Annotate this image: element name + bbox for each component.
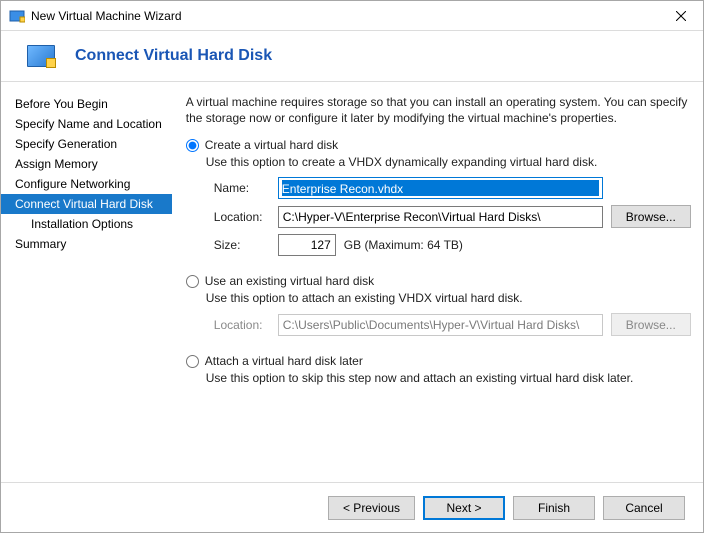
page-title: Connect Virtual Hard Disk bbox=[75, 47, 272, 65]
content-panel: A virtual machine requires storage so th… bbox=[172, 82, 703, 482]
wizard-header: Connect Virtual Hard Disk bbox=[1, 31, 703, 82]
option-create: Create a virtual hard disk Use this opti… bbox=[186, 138, 691, 256]
step-summary[interactable]: Summary bbox=[1, 234, 172, 254]
wizard-window: New Virtual Machine Wizard Connect Virtu… bbox=[0, 0, 704, 533]
existing-browse-button: Browse... bbox=[611, 313, 691, 336]
steps-sidebar: Before You Begin Specify Name and Locati… bbox=[1, 82, 172, 482]
next-button[interactable]: Next > bbox=[423, 496, 505, 520]
vm-icon bbox=[27, 45, 55, 67]
create-form: Name: Enterprise Recon.vhdx Location: Br… bbox=[214, 177, 691, 256]
step-assign-memory[interactable]: Assign Memory bbox=[1, 154, 172, 174]
window-title: New Virtual Machine Wizard bbox=[31, 9, 182, 23]
size-input[interactable] bbox=[278, 234, 336, 256]
step-specify-name[interactable]: Specify Name and Location bbox=[1, 114, 172, 134]
wizard-footer: < Previous Next > Finish Cancel bbox=[1, 482, 703, 532]
app-icon bbox=[9, 8, 25, 24]
location-label: Location: bbox=[214, 210, 270, 224]
option-create-desc: Use this option to create a VHDX dynamic… bbox=[206, 155, 691, 169]
intro-text: A virtual machine requires storage so th… bbox=[186, 94, 691, 126]
previous-button[interactable]: < Previous bbox=[328, 496, 415, 520]
close-icon bbox=[676, 11, 686, 21]
size-label: Size: bbox=[214, 238, 270, 252]
wizard-body: Before You Begin Specify Name and Locati… bbox=[1, 82, 703, 482]
existing-location-label: Location: bbox=[214, 318, 270, 332]
option-existing-desc: Use this option to attach an existing VH… bbox=[206, 291, 691, 305]
step-before-you-begin[interactable]: Before You Begin bbox=[1, 94, 172, 114]
radio-create[interactable] bbox=[186, 139, 199, 152]
finish-button[interactable]: Finish bbox=[513, 496, 595, 520]
location-input[interactable] bbox=[278, 206, 603, 228]
close-button[interactable] bbox=[658, 1, 703, 30]
radio-existing[interactable] bbox=[186, 275, 199, 288]
radio-later[interactable] bbox=[186, 355, 199, 368]
size-suffix: GB (Maximum: 64 TB) bbox=[344, 238, 463, 252]
step-configure-networking[interactable]: Configure Networking bbox=[1, 174, 172, 194]
existing-location-input bbox=[278, 314, 603, 336]
step-connect-vhd[interactable]: Connect Virtual Hard Disk bbox=[1, 194, 172, 214]
cancel-button[interactable]: Cancel bbox=[603, 496, 685, 520]
option-later-desc: Use this option to skip this step now an… bbox=[206, 371, 691, 385]
titlebar: New Virtual Machine Wizard bbox=[1, 1, 703, 31]
existing-form: Location: Browse... bbox=[214, 313, 691, 336]
radio-create-label: Create a virtual hard disk bbox=[205, 138, 338, 152]
radio-later-label: Attach a virtual hard disk later bbox=[205, 354, 363, 368]
browse-button[interactable]: Browse... bbox=[611, 205, 691, 228]
step-installation-options[interactable]: Installation Options bbox=[1, 214, 172, 234]
option-later: Attach a virtual hard disk later Use thi… bbox=[186, 354, 691, 385]
radio-existing-label: Use an existing virtual hard disk bbox=[205, 274, 374, 288]
option-existing: Use an existing virtual hard disk Use th… bbox=[186, 274, 691, 336]
name-input[interactable]: Enterprise Recon.vhdx bbox=[278, 177, 603, 199]
step-specify-generation[interactable]: Specify Generation bbox=[1, 134, 172, 154]
name-input-value: Enterprise Recon.vhdx bbox=[282, 180, 599, 196]
name-label: Name: bbox=[214, 181, 270, 195]
